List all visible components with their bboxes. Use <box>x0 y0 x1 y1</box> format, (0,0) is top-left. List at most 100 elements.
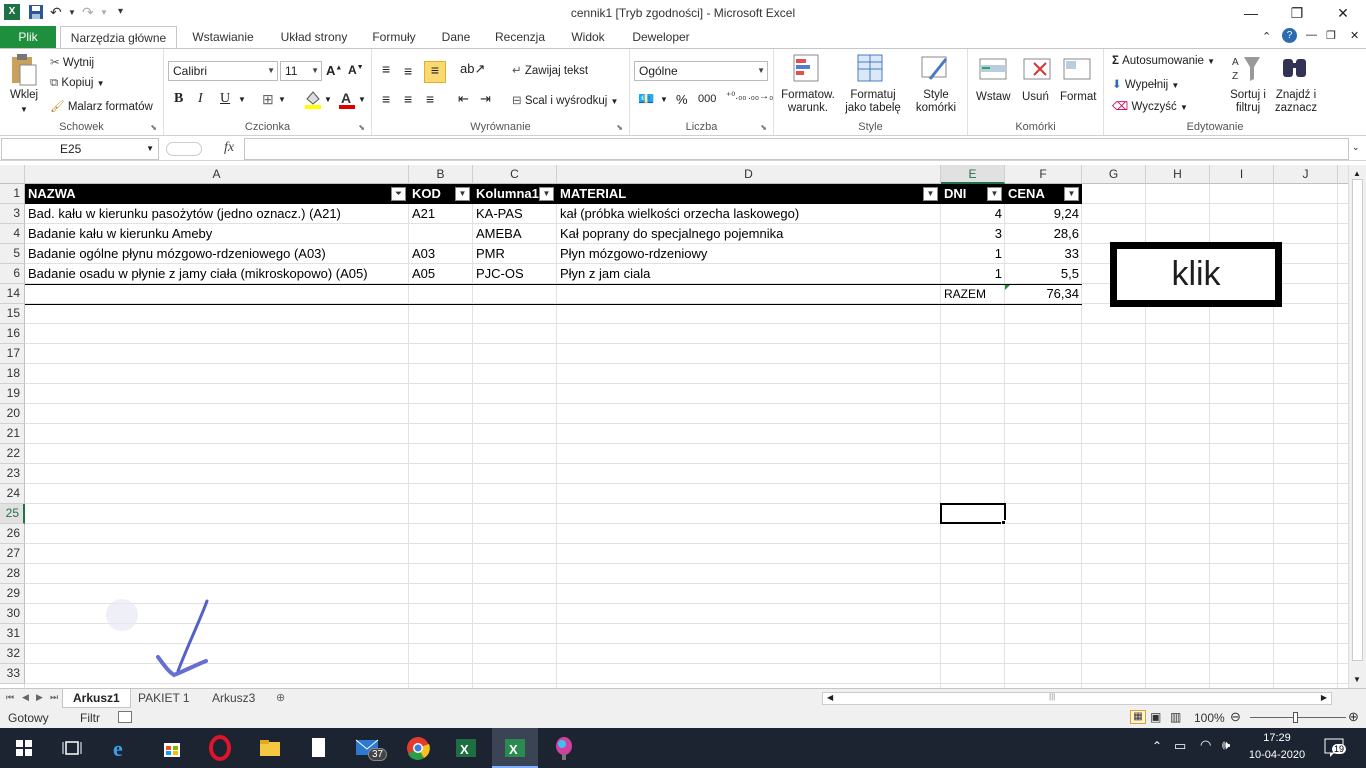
table-cell[interactable]: PJC-OS <box>473 264 557 284</box>
currency-dropdown-icon[interactable]: ▼ <box>660 95 668 104</box>
conditional-format-button[interactable]: Formatow. warunk. <box>780 89 836 115</box>
table-header-cell[interactable]: DNI ▼ <box>941 184 1005 204</box>
row-header[interactable]: 31 <box>0 624 25 644</box>
tab-file[interactable]: Plik <box>0 26 56 48</box>
percent-button[interactable]: % <box>676 92 688 107</box>
table-cell[interactable]: 5,5 <box>1005 264 1082 284</box>
windows-start-icon[interactable] <box>10 734 38 762</box>
row-header[interactable]: 4 <box>0 224 25 244</box>
thousands-button[interactable]: 000 <box>698 93 716 105</box>
format-cells-button[interactable]: Format <box>1060 91 1096 103</box>
chrome-icon[interactable] <box>404 734 432 762</box>
wrap-text-button[interactable]: ↵ Zawijaj tekst <box>512 63 588 77</box>
fill-button[interactable]: ⬇ Wypełnij ▼ <box>1112 77 1179 91</box>
filter-dropdown-icon[interactable]: ▼ <box>455 187 470 201</box>
formula-input[interactable] <box>244 138 1349 160</box>
horizontal-scrollbar[interactable]: ◀ ||| ▶ <box>822 692 1332 705</box>
grow-font-icon[interactable]: A▲ <box>326 63 342 78</box>
filter-dropdown-icon[interactable]: ▼ <box>923 187 938 201</box>
increase-indent-icon[interactable]: ⇥ <box>480 91 491 107</box>
fill-color-icon[interactable] <box>304 89 322 112</box>
mail-icon[interactable]: 37 <box>354 734 388 762</box>
excel-active-window[interactable]: X <box>492 728 538 768</box>
row-header[interactable]: 5 <box>0 244 25 264</box>
table-cell[interactable]: Badanie osadu w płynie z jamy ciała (mik… <box>25 264 409 284</box>
row-header[interactable]: 17 <box>0 344 25 364</box>
paste-icon[interactable] <box>8 53 40 89</box>
next-sheet-icon[interactable]: ▶ <box>36 692 43 703</box>
battery-icon[interactable]: ▭ <box>1174 738 1186 754</box>
table-cell[interactable]: KA-PAS <box>473 204 557 224</box>
row-header[interactable]: 1 <box>0 184 25 204</box>
table-cell[interactable]: 4 <box>941 204 1005 224</box>
doc-minimize-icon[interactable]: — <box>1306 29 1317 41</box>
table-cell[interactable] <box>25 284 409 304</box>
currency-icon[interactable]: 💶 <box>638 91 654 107</box>
font-color-dropdown-icon[interactable]: ▼ <box>358 95 366 104</box>
internet-explorer-icon[interactable]: e <box>108 734 136 762</box>
notifications-icon[interactable]: 19 <box>1322 736 1348 760</box>
dialog-launcher-icon[interactable]: ⬊ <box>358 123 365 132</box>
find-select-button[interactable]: Znajdź i zaznacz <box>1272 89 1320 115</box>
align-right-icon[interactable]: ≡ <box>426 91 434 107</box>
scroll-right-icon[interactable]: ▶ <box>1321 693 1327 702</box>
column-header[interactable]: J <box>1274 165 1338 184</box>
zoom-level[interactable]: 100% <box>1194 711 1225 725</box>
opera-icon[interactable] <box>206 734 234 762</box>
column-header[interactable]: A <box>25 165 409 184</box>
formula-bar-handle[interactable] <box>166 142 202 156</box>
table-cell[interactable]: 1 <box>941 244 1005 264</box>
decrease-decimal-icon[interactable]: .₀₀→₀ <box>748 91 773 102</box>
selected-cell[interactable] <box>940 503 1006 524</box>
filter-active-icon[interactable]: ⏷ <box>391 187 406 201</box>
tab-page-layout[interactable]: Układ strony <box>270 26 358 48</box>
prev-sheet-icon[interactable]: ◀ <box>22 692 29 703</box>
row-header[interactable]: 21 <box>0 424 25 444</box>
scroll-up-icon[interactable]: ▲ <box>1353 169 1361 178</box>
task-view-icon[interactable] <box>58 734 86 762</box>
row-header[interactable]: 28 <box>0 564 25 584</box>
row-header[interactable]: 27 <box>0 544 25 564</box>
format-as-table-button[interactable]: Formatuj jako tabelę <box>840 89 906 115</box>
table-cell[interactable]: Badanie kału w kierunku Ameby <box>25 224 409 244</box>
sheet-tab-arkusz1[interactable]: Arkusz1 <box>62 689 131 708</box>
tab-data[interactable]: Dane <box>434 26 478 48</box>
help-icon[interactable]: ? <box>1282 28 1297 43</box>
table-cell[interactable]: 3 <box>941 224 1005 244</box>
table-cell[interactable]: 33 <box>1005 244 1082 264</box>
close-button[interactable]: ✕ <box>1320 0 1366 26</box>
table-header-cell[interactable]: CENA ▼ <box>1005 184 1082 204</box>
sheet-tab-pakiet1[interactable]: PAKIET 1 <box>128 689 200 708</box>
table-cell[interactable]: Badanie ogólne płynu mózgowo-rdzeniowego… <box>25 244 409 264</box>
autosum-button[interactable]: Σ Autosumowanie ▼ <box>1112 55 1215 67</box>
name-box[interactable]: E25 ▼ <box>1 138 159 160</box>
scroll-grip-icon[interactable]: ||| <box>1049 692 1055 701</box>
zoom-in-icon[interactable]: ⊕ <box>1348 709 1359 725</box>
underline-dropdown-icon[interactable]: ▼ <box>238 95 246 104</box>
table-cell[interactable]: PMR <box>473 244 557 264</box>
cut-button[interactable]: ✂ Wytnij <box>50 55 94 69</box>
vertical-scrollbar-track[interactable]: ▲ ▼ <box>1348 165 1366 688</box>
tab-developer[interactable]: Deweloper <box>626 26 696 48</box>
table-cell[interactable]: Bad. kału w kierunku pasożytów (jedno oz… <box>25 204 409 224</box>
font-name-select[interactable]: Calibri ▼ <box>168 61 278 81</box>
file-explorer-icon[interactable] <box>256 734 284 762</box>
macro-record-icon[interactable] <box>118 711 132 723</box>
table-cell[interactable]: A03 <box>409 244 473 264</box>
table-cell[interactable] <box>557 284 941 304</box>
first-sheet-icon[interactable]: ⏮ <box>6 692 14 703</box>
table-header-cell[interactable]: Kolumna1 ▼ <box>473 184 557 204</box>
table-header-cell[interactable]: NAZWA ⏷ <box>25 184 409 204</box>
row-header[interactable]: 3 <box>0 204 25 224</box>
table-cell[interactable]: RAZEM <box>941 284 1005 304</box>
zoom-slider[interactable] <box>1250 717 1346 718</box>
dialog-launcher-icon[interactable]: ⬊ <box>616 123 623 132</box>
sort-filter-button[interactable]: Sortuj i filtruj <box>1228 89 1268 115</box>
bold-button[interactable]: B <box>174 91 183 107</box>
document-icon[interactable] <box>304 734 332 762</box>
row-header[interactable]: 6 <box>0 264 25 284</box>
merge-center-button[interactable]: ⊟ Scal i wyśrodkuj ▼ <box>512 93 618 107</box>
row-header[interactable]: 26 <box>0 524 25 544</box>
delete-cells-button[interactable]: Usuń <box>1022 91 1049 103</box>
font-size-select[interactable]: 11 ▼ <box>280 61 322 81</box>
